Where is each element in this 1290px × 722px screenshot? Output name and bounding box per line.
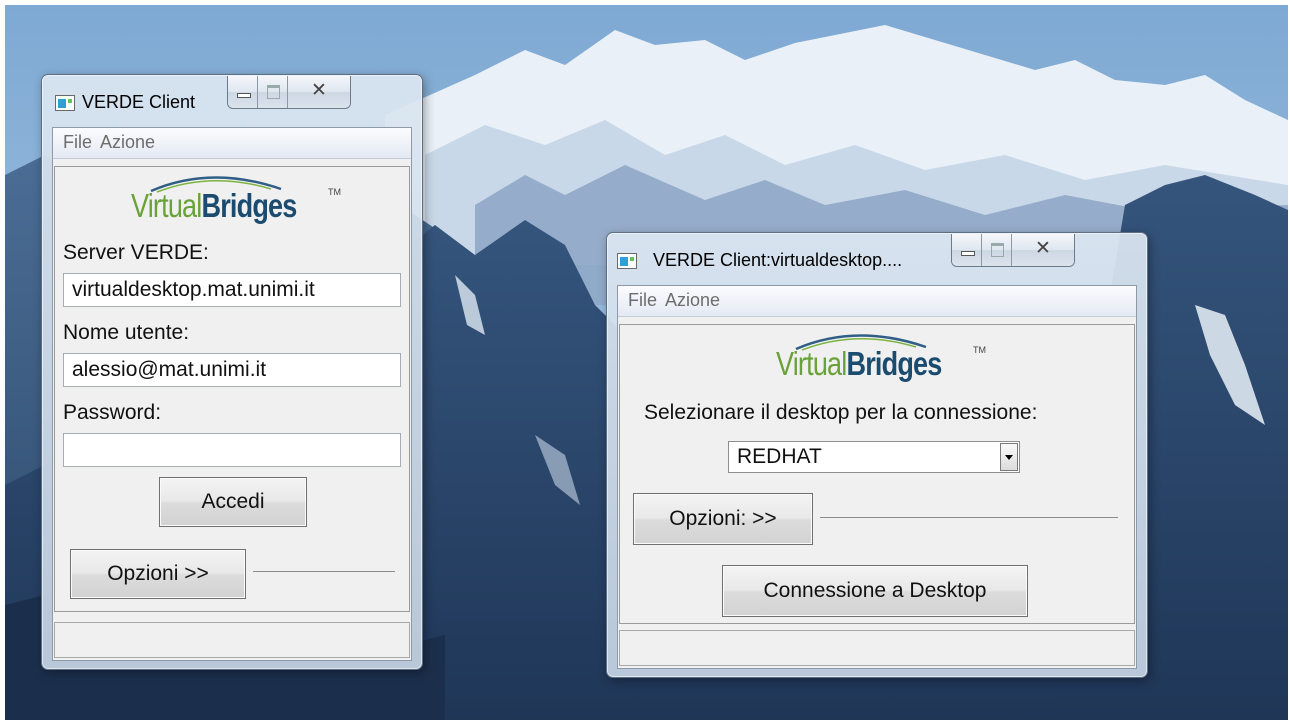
close-button[interactable]: ✕: [288, 76, 350, 108]
logo-virtual: Virtual: [131, 187, 202, 224]
logo-wordmark: VirtualBridges: [131, 187, 297, 225]
options-button[interactable]: Opzioni >>: [70, 549, 246, 599]
options-button[interactable]: Opzioni: >>: [633, 493, 813, 545]
minimize-button[interactable]: [952, 234, 982, 266]
status-bar: [54, 622, 410, 658]
window-caption-buttons: ✕: [951, 234, 1075, 267]
logo-trademark: TM: [973, 345, 986, 355]
menu-azione[interactable]: Azione: [661, 290, 724, 311]
close-button[interactable]: ✕: [1012, 234, 1074, 266]
options-divider: [820, 517, 1118, 518]
window-title: VERDE Client:virtualdesktop....: [653, 250, 903, 270]
login-client-area: File Azione VirtualBridges TM Server VERD…: [52, 127, 412, 661]
logo-trademark: TM: [328, 187, 341, 197]
menu-file[interactable]: File: [59, 132, 96, 153]
server-input[interactable]: [63, 273, 401, 307]
maximize-button[interactable]: [258, 76, 288, 108]
window-caption-buttons: ✕: [227, 76, 351, 109]
logo-virtual: Virtual: [776, 345, 847, 382]
login-form-panel: VirtualBridges TM Server VERDE: Nome ute…: [54, 166, 410, 612]
menu-file[interactable]: File: [624, 290, 661, 311]
server-label: Server VERDE:: [63, 241, 209, 264]
login-window: VERDE Client ✕ File Azione VirtualBridges…: [41, 74, 423, 670]
app-window-icon: [617, 253, 637, 269]
desktop-select-prompt: Selezionare il desktop per la connession…: [644, 401, 1038, 424]
close-icon: ✕: [1035, 237, 1051, 259]
menu-azione[interactable]: Azione: [96, 132, 159, 153]
maximize-icon: [267, 85, 280, 99]
options-divider: [253, 571, 395, 572]
app-window-icon: [55, 95, 75, 111]
logo-bridges: Bridges: [846, 345, 942, 382]
desktop-dropdown-value: REDHAT: [737, 445, 822, 468]
dropdown-arrow-icon[interactable]: [1000, 443, 1018, 471]
desktop-selection-window: VERDE Client:virtualdesktop.... ✕ File Az…: [606, 232, 1148, 678]
desktop-client-area: File Azione VirtualBridges TM Selezionare…: [617, 285, 1137, 669]
connect-desktop-button[interactable]: Connessione a Desktop: [722, 565, 1028, 617]
minimize-button[interactable]: [228, 76, 258, 108]
username-label: Nome utente:: [63, 321, 190, 344]
menu-bar: File Azione: [618, 286, 1136, 317]
password-input[interactable]: [63, 433, 401, 467]
login-window-titlebar[interactable]: VERDE Client ✕: [42, 75, 422, 123]
desktop-window-titlebar[interactable]: VERDE Client:virtualdesktop.... ✕: [607, 233, 1147, 281]
menu-bar: File Azione: [53, 128, 411, 159]
status-bar: [619, 630, 1135, 666]
desktop-dropdown[interactable]: REDHAT: [728, 441, 1020, 473]
close-icon: ✕: [311, 79, 327, 101]
minimize-icon: [237, 93, 251, 98]
window-title: VERDE Client: [82, 92, 196, 112]
virtual-bridges-logo: VirtualBridges TM: [776, 325, 996, 395]
desktop-select-panel: VirtualBridges TM Selezionare il desktop…: [619, 324, 1135, 624]
username-input[interactable]: [63, 353, 401, 387]
logo-bridges: Bridges: [201, 187, 297, 224]
minimize-icon: [961, 251, 975, 256]
password-label: Password:: [63, 401, 162, 424]
login-button[interactable]: Accedi: [159, 477, 307, 527]
maximize-icon: [991, 243, 1004, 257]
virtual-bridges-logo: VirtualBridges TM: [131, 167, 351, 237]
maximize-button[interactable]: [982, 234, 1012, 266]
logo-wordmark: VirtualBridges: [776, 345, 942, 383]
